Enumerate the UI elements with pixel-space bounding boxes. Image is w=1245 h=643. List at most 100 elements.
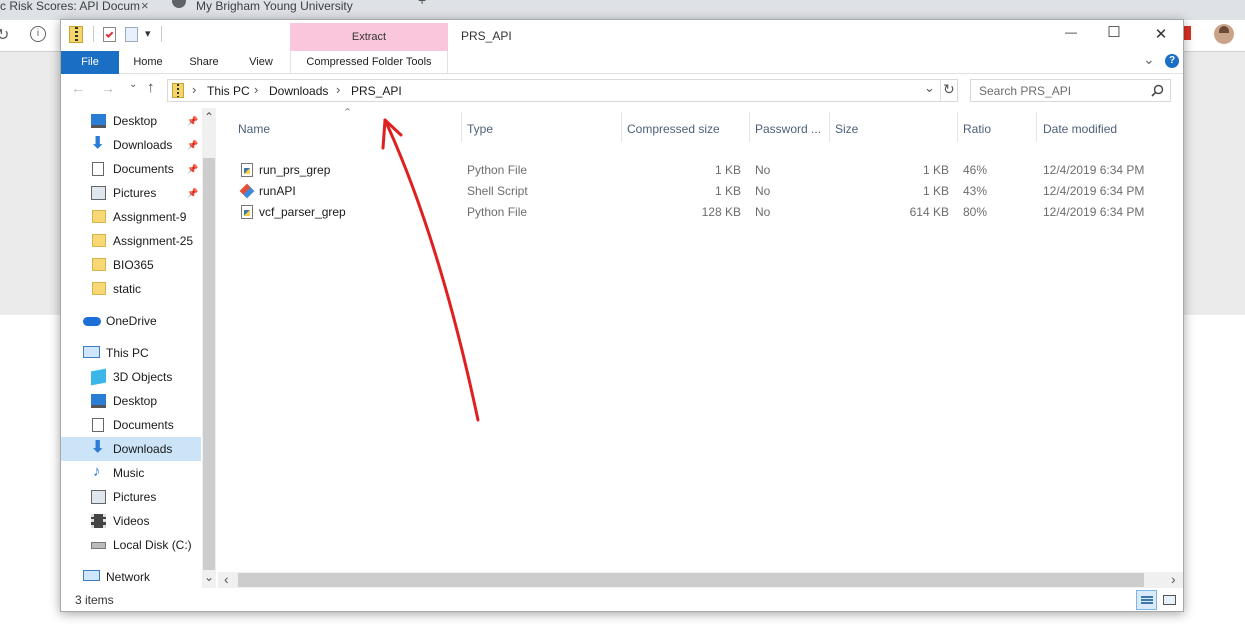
nav-folder-static[interactable]: static	[91, 277, 201, 301]
refresh-icon[interactable]: ↻	[943, 81, 955, 98]
tab-share[interactable]: Share	[179, 51, 229, 74]
column-divider[interactable]	[829, 112, 830, 142]
nav-label: static	[113, 282, 142, 296]
column-divider[interactable]	[957, 112, 958, 142]
pin-icon[interactable]: 📌	[187, 116, 198, 127]
nav-label: Pictures	[113, 490, 157, 504]
horizontal-scrollbar-thumb[interactable]	[238, 573, 1144, 587]
nav-scroll-down-icon[interactable]: ⌄	[204, 570, 214, 584]
file-size: 1 KB	[922, 184, 949, 198]
pin-icon[interactable]: 📌	[187, 188, 198, 199]
browser-reload-icon[interactable]: ↻	[0, 25, 9, 45]
nav-pc-pictures[interactable]: Pictures	[91, 485, 201, 509]
file-compressed-size: 1 KB	[714, 184, 741, 198]
nav-onedrive[interactable]: OneDrive	[83, 309, 201, 333]
search-input[interactable]: Search PRS_API	[970, 79, 1171, 102]
search-icon[interactable]	[1151, 84, 1164, 97]
extension-icon[interactable]	[1184, 26, 1191, 40]
pin-icon[interactable]: 📌	[187, 164, 198, 175]
file-name: runAPI	[259, 184, 296, 198]
nav-folder-assignment-25[interactable]: Assignment-25	[91, 229, 201, 253]
help-icon[interactable]: ?	[1165, 54, 1179, 68]
column-header-name[interactable]: Name	[238, 122, 270, 136]
browser-tab-1[interactable]: c Risk Scores: API Docum	[0, 0, 140, 20]
address-bar[interactable]: › This PC › Downloads › PRS_API ⌄ ↻	[167, 79, 958, 102]
forward-button[interactable]: →	[101, 80, 115, 96]
nav-pc-desktop[interactable]: Desktop	[91, 389, 201, 413]
nav-quick-pictures[interactable]: Pictures	[91, 181, 201, 205]
pin-icon[interactable]: 📌	[187, 140, 198, 151]
file-ratio: 43%	[963, 184, 988, 198]
profile-avatar[interactable]	[1214, 24, 1234, 44]
nav-quick-documents[interactable]: Documents	[91, 157, 201, 181]
documents-icon	[92, 162, 104, 176]
nav-network[interactable]: Network	[83, 565, 201, 589]
breadcrumb-downloads[interactable]: Downloads	[269, 84, 328, 98]
nav-folder-bio365[interactable]: BIO365	[91, 253, 201, 277]
nav-label: Assignment-9	[113, 210, 187, 224]
column-divider[interactable]	[749, 112, 750, 142]
drive-icon	[91, 542, 106, 549]
ribbon-expand-icon[interactable]: ⌄	[1143, 51, 1155, 68]
scroll-right-icon[interactable]: ›	[1171, 571, 1176, 587]
breadcrumb-this-pc[interactable]: This PC	[207, 84, 250, 98]
column-header-password[interactable]: Password ...	[755, 122, 821, 136]
new-tab-icon[interactable]: +	[418, 0, 426, 8]
breadcrumb-prs-api[interactable]: PRS_API	[351, 84, 402, 98]
large-icons-view-icon[interactable]	[1160, 591, 1180, 609]
up-button[interactable]: ↑	[147, 79, 155, 96]
back-button[interactable]: ←	[71, 80, 85, 96]
column-divider[interactable]	[1036, 112, 1037, 142]
nav-label: OneDrive	[106, 314, 157, 328]
new-folder-icon[interactable]	[125, 27, 138, 42]
nav-pc-downloads[interactable]: ⬇ Downloads	[61, 437, 201, 461]
nav-quick-downloads[interactable]: ⬇ Downloads	[91, 133, 201, 157]
breadcrumb-sep-icon[interactable]: ›	[254, 82, 258, 97]
tab-home[interactable]: Home	[121, 51, 175, 74]
browser-tab-1-close-icon[interactable]: ×	[141, 0, 149, 13]
qat-divider	[93, 26, 94, 42]
nav-scrollbar-thumb[interactable]	[203, 158, 215, 570]
nav-folder-assignment-9[interactable]: Assignment-9	[91, 205, 201, 229]
tab-view[interactable]: View	[233, 51, 289, 74]
tab-compressed-folder-tools[interactable]: Compressed Folder Tools	[290, 51, 448, 74]
nav-pc-videos[interactable]: Videos	[91, 509, 201, 533]
column-header-size[interactable]: Size	[835, 122, 858, 136]
details-view-icon[interactable]	[1136, 590, 1157, 610]
nav-pc-music[interactable]: ♪ Music	[91, 461, 201, 485]
videos-icon	[91, 514, 106, 528]
extract-group-label[interactable]: Extract	[290, 31, 448, 43]
window-title: PRS_API	[461, 29, 512, 43]
zip-folder-icon	[69, 26, 83, 43]
nav-label: Assignment-25	[113, 234, 194, 248]
breadcrumb-sep-icon[interactable]: ›	[192, 82, 196, 97]
nav-quick-desktop[interactable]: Desktop	[91, 109, 201, 133]
scroll-left-icon[interactable]: ‹	[224, 571, 229, 587]
column-header-ratio[interactable]: Ratio	[963, 122, 991, 136]
nav-pc-local-disk[interactable]: Local Disk (C:)	[91, 533, 201, 557]
column-header-date-modified[interactable]: Date modified	[1043, 122, 1117, 136]
minimize-button[interactable]: —	[1061, 25, 1081, 39]
breadcrumb-sep-icon[interactable]: ›	[336, 82, 340, 97]
address-dropdown-icon[interactable]: ⌄	[924, 80, 935, 96]
nav-label: BIO365	[113, 258, 154, 272]
nav-scroll-up-icon[interactable]: ⌃	[204, 110, 214, 124]
column-header-compressed-size[interactable]: Compressed size	[627, 122, 720, 136]
nav-pc-documents[interactable]: Documents	[91, 413, 201, 437]
nav-this-pc[interactable]: This PC	[83, 341, 201, 365]
nav-pc-3d-objects[interactable]: 3D Objects	[91, 365, 201, 389]
qat-dropdown-icon[interactable]: ▾	[145, 27, 151, 40]
properties-icon[interactable]	[103, 27, 116, 42]
qat-divider-2	[161, 26, 162, 42]
network-icon	[83, 570, 100, 581]
browser-tab-2[interactable]: My Brigham Young University Ho	[196, 0, 356, 20]
close-button[interactable]: ✕	[1151, 25, 1171, 43]
tab-file[interactable]: File	[61, 51, 119, 74]
column-divider[interactable]	[621, 112, 622, 142]
recent-locations-icon[interactable]: ⌄	[129, 79, 137, 90]
maximize-button[interactable]: ☐	[1104, 23, 1124, 41]
site-info-icon[interactable]: i	[30, 26, 46, 42]
file-ratio: 46%	[963, 163, 988, 177]
file-name: vcf_parser_grep	[259, 205, 346, 219]
file-name: run_prs_grep	[259, 163, 331, 177]
